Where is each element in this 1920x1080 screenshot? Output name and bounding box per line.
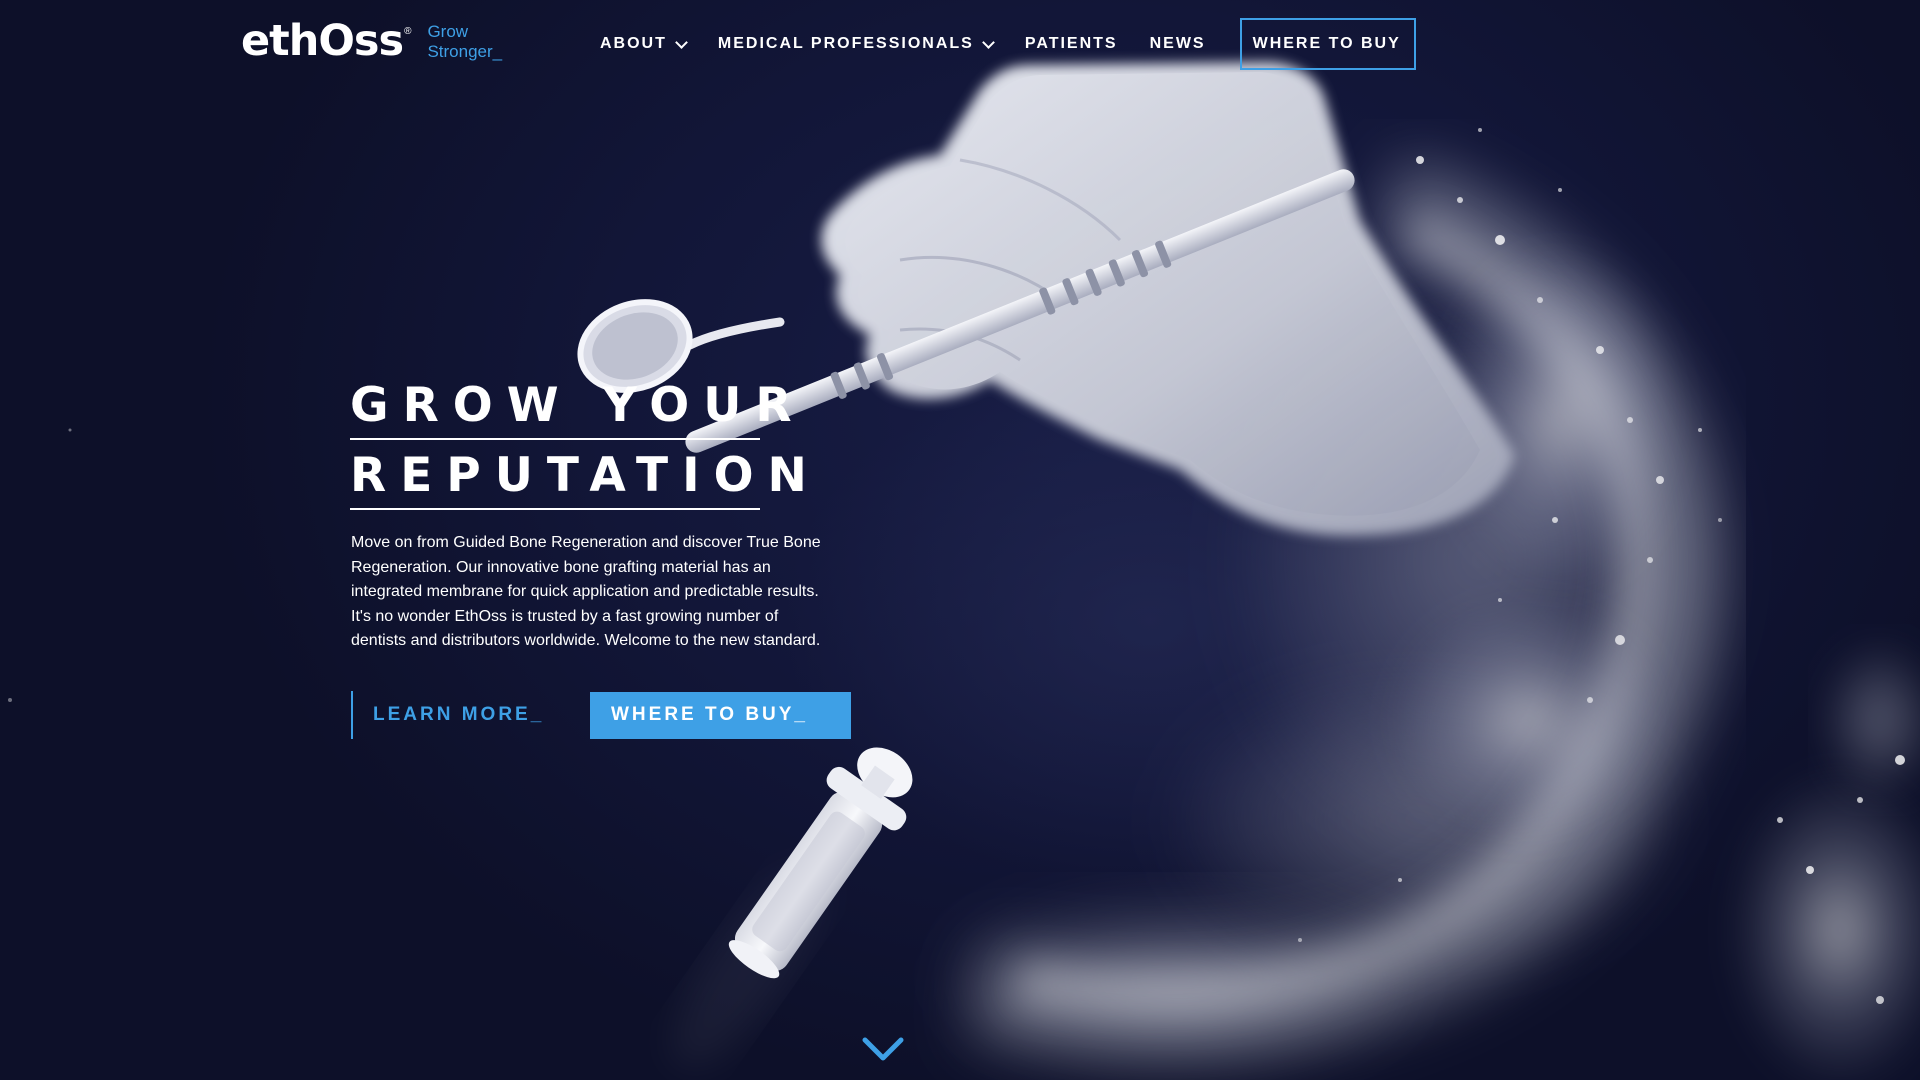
learn-more-link[interactable]: LEARN MORE_ — [351, 691, 570, 739]
nav-item-patients[interactable]: PATIENTS — [1025, 35, 1118, 53]
chevron-down-icon[interactable] — [861, 1034, 905, 1064]
graft-syringe — [672, 747, 913, 1069]
tagline-line-1: Grow — [427, 21, 469, 41]
nav-item-news[interactable]: NEWS — [1150, 35, 1206, 53]
main-nav: ABOUT MEDICAL PROFESSIONALS PATIENTS NEW… — [600, 18, 1416, 70]
headline-line-1: GROW YOUR — [350, 378, 792, 440]
where-to-buy-button[interactable]: WHERE TO BUY_ — [590, 691, 851, 739]
headline-line-2: REPUTATION — [350, 448, 807, 510]
hero-headline: GROW YOUR REPUTATION — [350, 378, 807, 518]
hero-illustration — [8, 62, 1920, 1080]
nav-item-medical-professionals-label: MEDICAL PROFESSIONALS — [717, 35, 974, 52]
logo-wordmark: ethOss — [241, 16, 404, 66]
chevron-down-icon — [981, 35, 995, 49]
landing-page: ethOss ® Grow Stronger_ ABOUT MEDICAL PR… — [0, 0, 1920, 1080]
nav-item-news-label: NEWS — [1149, 35, 1206, 52]
brand-logo[interactable]: ethOss ® Grow Stronger_ — [241, 20, 502, 63]
tagline-line-2: Stronger_ — [427, 41, 503, 61]
chevron-down-icon — [675, 35, 688, 49]
hero-cta-row: LEARN MORE_ WHERE TO BUY_ — [351, 691, 851, 739]
hero-description: Move on from Guided Bone Regeneration an… — [351, 534, 821, 649]
nav-item-medical-professionals[interactable]: MEDICAL PROFESSIONALS — [717, 35, 995, 53]
nav-item-about-label: ABOUT — [600, 35, 667, 52]
nav-item-patients-label: PATIENTS — [1024, 35, 1118, 52]
nav-where-to-buy-button[interactable]: WHERE TO BUY — [1239, 18, 1416, 70]
nav-item-about[interactable]: ABOUT — [600, 35, 688, 53]
registered-mark: ® — [404, 26, 412, 37]
logo-tagline: Grow Stronger_ — [427, 22, 502, 62]
